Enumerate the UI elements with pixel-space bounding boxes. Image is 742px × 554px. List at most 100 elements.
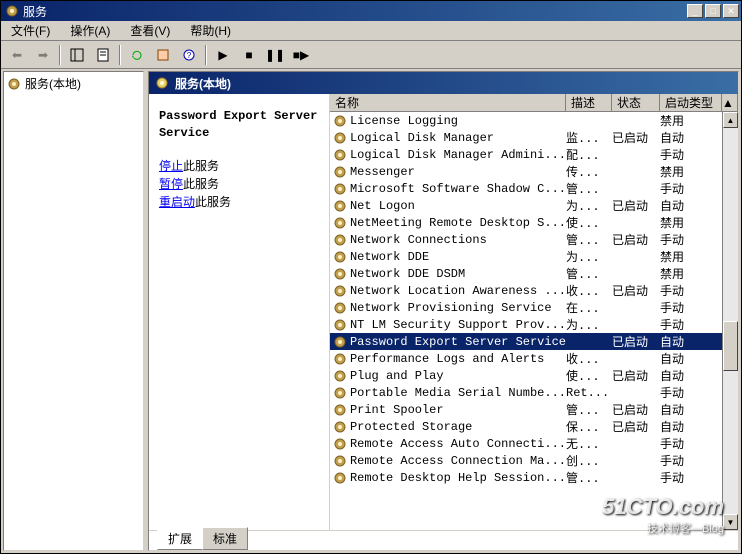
table-row[interactable]: Logical Disk Manager Admini...配...手动 xyxy=(330,146,722,163)
table-row[interactable]: Network DDE为...禁用 xyxy=(330,248,722,265)
table-row[interactable]: Password Export Server Service已启动自动 xyxy=(330,333,722,350)
pause-service-button[interactable]: ❚❚ xyxy=(263,43,287,67)
close-button[interactable]: ✕ xyxy=(723,4,739,18)
cell-startup: 自动 xyxy=(660,129,722,146)
cell-startup: 自动 xyxy=(660,367,722,384)
forward-button: ➡ xyxy=(31,43,55,67)
stop-link[interactable]: 停止 xyxy=(159,160,183,174)
gear-icon xyxy=(333,437,347,451)
cell-name: License Logging xyxy=(350,114,566,128)
gear-icon xyxy=(333,165,347,179)
detail-pane: Password Export Server Service 停止此服务 暂停此… xyxy=(149,94,329,530)
cell-name: Password Export Server Service xyxy=(350,335,566,349)
refresh-button[interactable] xyxy=(125,43,149,67)
gear-icon xyxy=(333,148,347,162)
column-headers: 名称 描述 状态 启动类型 ▲ xyxy=(330,94,738,112)
menu-action[interactable]: 操作(A) xyxy=(64,20,116,41)
table-row[interactable]: Messenger传...禁用 xyxy=(330,163,722,180)
cell-name: Network Location Awareness ... xyxy=(350,284,566,298)
menu-view[interactable]: 查看(V) xyxy=(124,20,176,41)
cell-startup: 手动 xyxy=(660,282,722,299)
gear-icon xyxy=(7,77,21,91)
scroll-thumb[interactable] xyxy=(723,321,738,371)
menu-file[interactable]: 文件(F) xyxy=(5,20,56,41)
scroll-down-button[interactable]: ▼ xyxy=(723,514,738,530)
cell-startup: 手动 xyxy=(660,435,722,452)
table-row[interactable]: Remote Access Auto Connecti...无...手动 xyxy=(330,435,722,452)
table-row[interactable]: Remote Desktop Help Session...管...手动 xyxy=(330,469,722,486)
export-button[interactable] xyxy=(151,43,175,67)
cell-status: 已启动 xyxy=(612,282,660,299)
cell-status: 已启动 xyxy=(612,129,660,146)
help-button[interactable]: ? xyxy=(177,43,201,67)
table-row[interactable]: NT LM Security Support Prov...为...手动 xyxy=(330,316,722,333)
cell-name: NT LM Security Support Prov... xyxy=(350,318,566,332)
cell-name: NetMeeting Remote Desktop S... xyxy=(350,216,566,230)
stop-service-button[interactable]: ■ xyxy=(237,43,261,67)
tab-standard[interactable]: 标准 xyxy=(202,527,248,550)
cell-startup: 自动 xyxy=(660,350,722,367)
cell-name: Network DDE DSDM xyxy=(350,267,566,281)
table-row[interactable]: Network Connections管...已启动手动 xyxy=(330,231,722,248)
col-name[interactable]: 名称 xyxy=(330,94,566,112)
cell-startup: 手动 xyxy=(660,231,722,248)
table-row[interactable]: License Logging禁用 xyxy=(330,112,722,129)
gear-icon xyxy=(333,403,347,417)
tree-root[interactable]: 服务(本地) xyxy=(7,75,140,92)
table-row[interactable]: Plug and Play使...已启动自动 xyxy=(330,367,722,384)
table-row[interactable]: Network Location Awareness ...收...已启动手动 xyxy=(330,282,722,299)
cell-desc: 监... xyxy=(566,129,612,146)
table-row[interactable]: Print Spooler管...已启动自动 xyxy=(330,401,722,418)
gear-icon xyxy=(333,471,347,485)
vertical-scrollbar[interactable]: ▲ ▼ xyxy=(722,112,738,530)
table-row[interactable]: Microsoft Software Shadow C...管...手动 xyxy=(330,180,722,197)
panel-header: 服务(本地) xyxy=(149,72,738,94)
cell-name: Remote Access Auto Connecti... xyxy=(350,437,566,451)
col-startup[interactable]: 启动类型 xyxy=(660,94,722,112)
cell-desc: 管... xyxy=(566,469,612,486)
restart-service-button[interactable]: ■▶ xyxy=(289,43,313,67)
menu-help[interactable]: 帮助(H) xyxy=(184,20,237,41)
tree-button[interactable] xyxy=(65,43,89,67)
gear-icon xyxy=(333,250,347,264)
scroll-track[interactable] xyxy=(723,128,738,514)
cell-desc: 为... xyxy=(566,248,612,265)
cell-status: 已启动 xyxy=(612,333,660,350)
cell-name: Logical Disk Manager xyxy=(350,131,566,145)
col-status[interactable]: 状态 xyxy=(612,94,660,112)
col-desc[interactable]: 描述 xyxy=(566,94,612,112)
table-row[interactable]: NetMeeting Remote Desktop S...使...禁用 xyxy=(330,214,722,231)
cell-status: 已启动 xyxy=(612,197,660,214)
properties-button[interactable] xyxy=(91,43,115,67)
scroll-up-button[interactable]: ▲ xyxy=(723,112,738,128)
restart-link-row: 重启动此服务 xyxy=(159,194,319,212)
tab-extended[interactable]: 扩展 xyxy=(157,527,203,550)
cell-status: 已启动 xyxy=(612,367,660,384)
cell-desc: 使... xyxy=(566,367,612,384)
start-service-button[interactable]: ▶ xyxy=(211,43,235,67)
minimize-button[interactable]: _ xyxy=(687,4,703,18)
window-title: 服务 xyxy=(23,3,687,20)
pause-link[interactable]: 暂停 xyxy=(159,178,183,192)
maximize-button[interactable]: □ xyxy=(705,4,721,18)
table-row[interactable]: Remote Access Connection Ma...创...手动 xyxy=(330,452,722,469)
table-row[interactable]: Performance Logs and Alerts收...自动 xyxy=(330,350,722,367)
cell-name: Remote Access Connection Ma... xyxy=(350,454,566,468)
services-icon xyxy=(5,4,19,18)
table-row[interactable]: Net Logon为...已启动自动 xyxy=(330,197,722,214)
cell-startup: 手动 xyxy=(660,384,722,401)
gear-icon xyxy=(333,454,347,468)
table-row[interactable]: Network Provisioning Service在...手动 xyxy=(330,299,722,316)
table-row[interactable]: Portable Media Serial Numbe...Ret...手动 xyxy=(330,384,722,401)
separator xyxy=(59,45,61,65)
cell-startup: 禁用 xyxy=(660,163,722,180)
cell-name: Performance Logs and Alerts xyxy=(350,352,566,366)
table-row[interactable]: Protected Storage保...已启动自动 xyxy=(330,418,722,435)
cell-desc: Ret... xyxy=(566,386,612,400)
restart-link[interactable]: 重启动 xyxy=(159,196,195,210)
stop-link-row: 停止此服务 xyxy=(159,158,319,176)
menubar: 文件(F) 操作(A) 查看(V) 帮助(H) xyxy=(1,21,741,41)
table-row[interactable]: Network DDE DSDM管...禁用 xyxy=(330,265,722,282)
gear-icon xyxy=(333,182,347,196)
table-row[interactable]: Logical Disk Manager监...已启动自动 xyxy=(330,129,722,146)
